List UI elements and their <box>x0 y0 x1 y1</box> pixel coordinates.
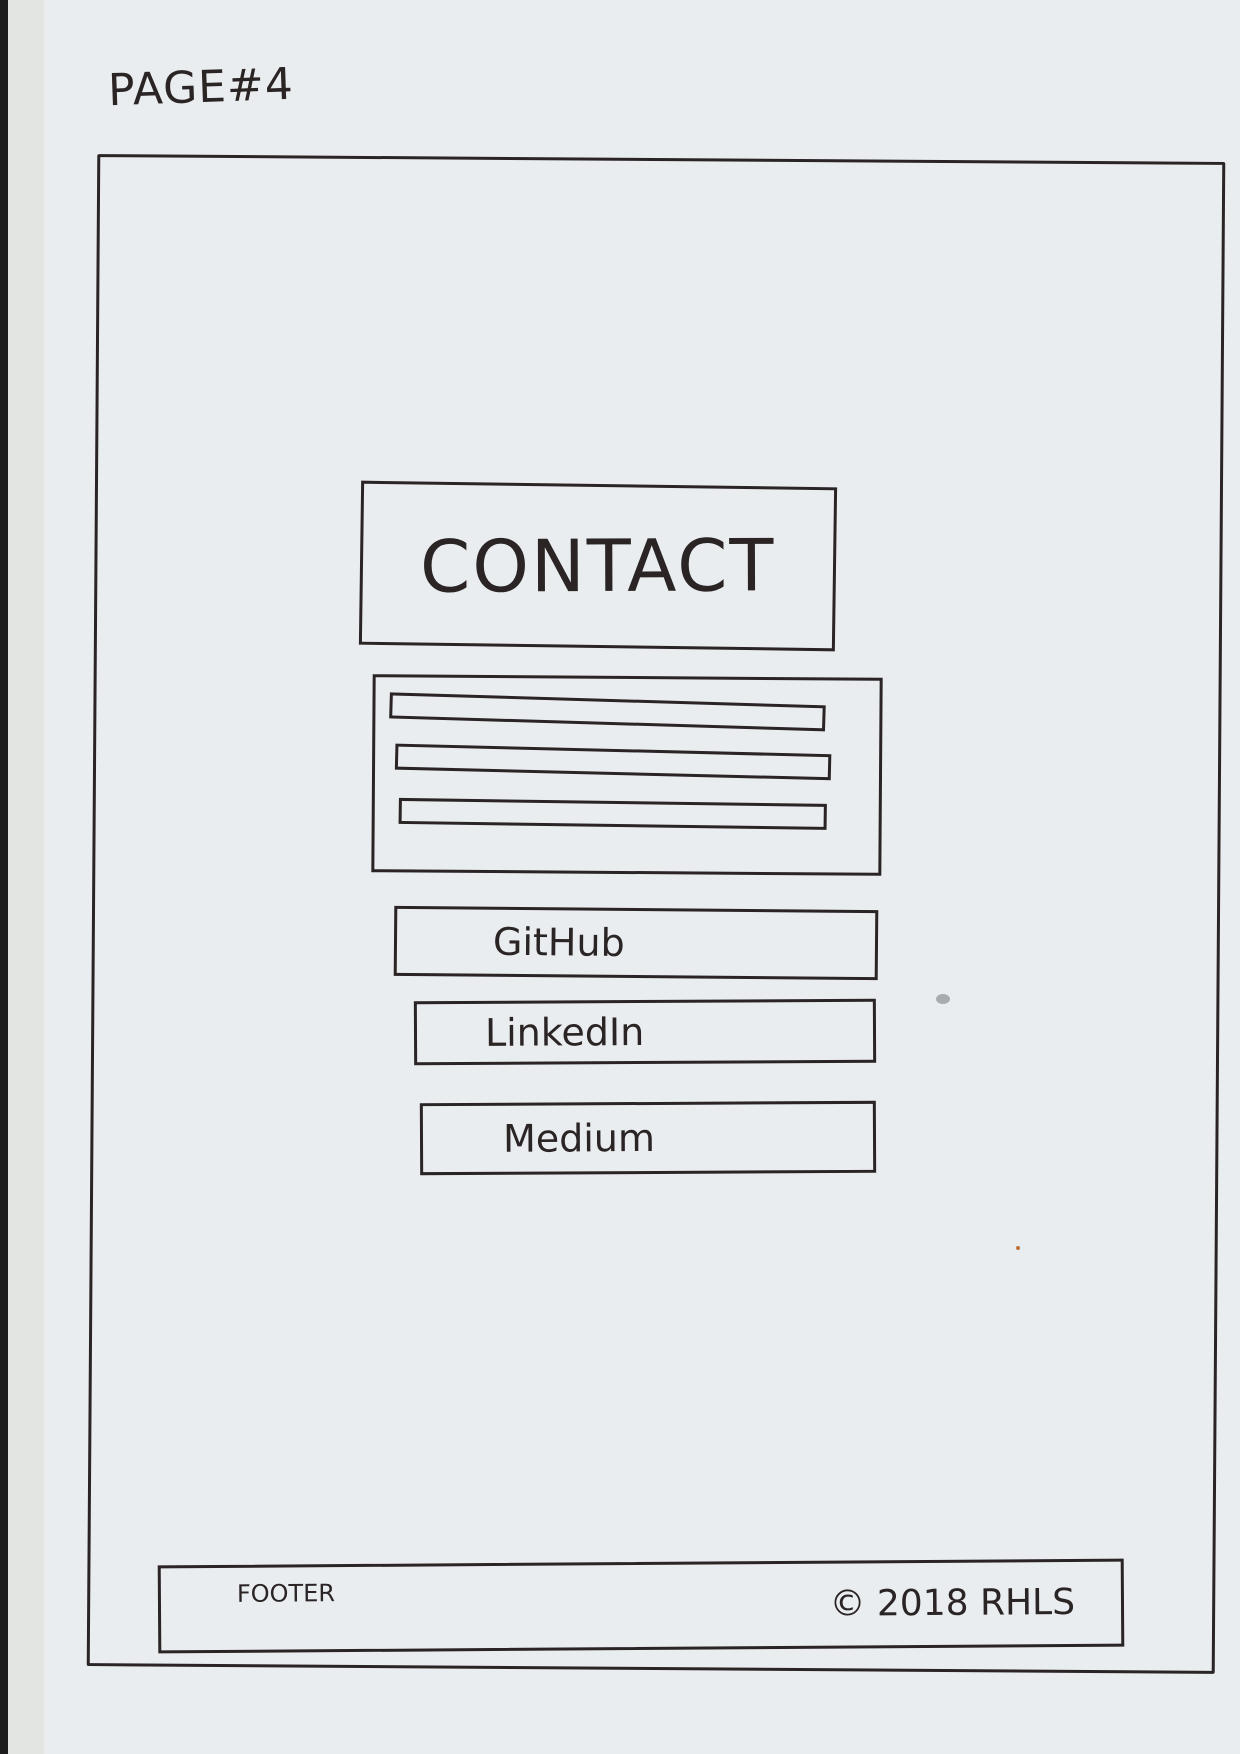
medium-button[interactable]: Medium <box>419 1100 877 1176</box>
form-field-1[interactable] <box>389 692 826 732</box>
medium-label: Medium <box>502 1115 656 1161</box>
github-label: GitHub <box>492 919 625 965</box>
scan-edge-shadow <box>0 0 8 1754</box>
contact-header: CONTACT <box>358 480 838 652</box>
footer-label: FOOTER <box>236 1579 336 1608</box>
copyright-text: © 2018 RHLS <box>829 1581 1076 1625</box>
contact-form <box>371 674 883 876</box>
page-label: PAGE#4 <box>107 58 295 117</box>
paper-speck <box>1016 1246 1020 1250</box>
pencil-smudge <box>936 994 950 1004</box>
form-field-2[interactable] <box>394 743 832 781</box>
github-button[interactable]: GitHub <box>393 905 879 981</box>
page-title: CONTACT <box>420 523 776 609</box>
linkedin-button[interactable]: LinkedIn <box>413 998 877 1066</box>
linkedin-label: LinkedIn <box>484 1010 645 1055</box>
footer: FOOTER © 2018 RHLS <box>157 1558 1125 1654</box>
form-field-3[interactable] <box>398 797 827 830</box>
